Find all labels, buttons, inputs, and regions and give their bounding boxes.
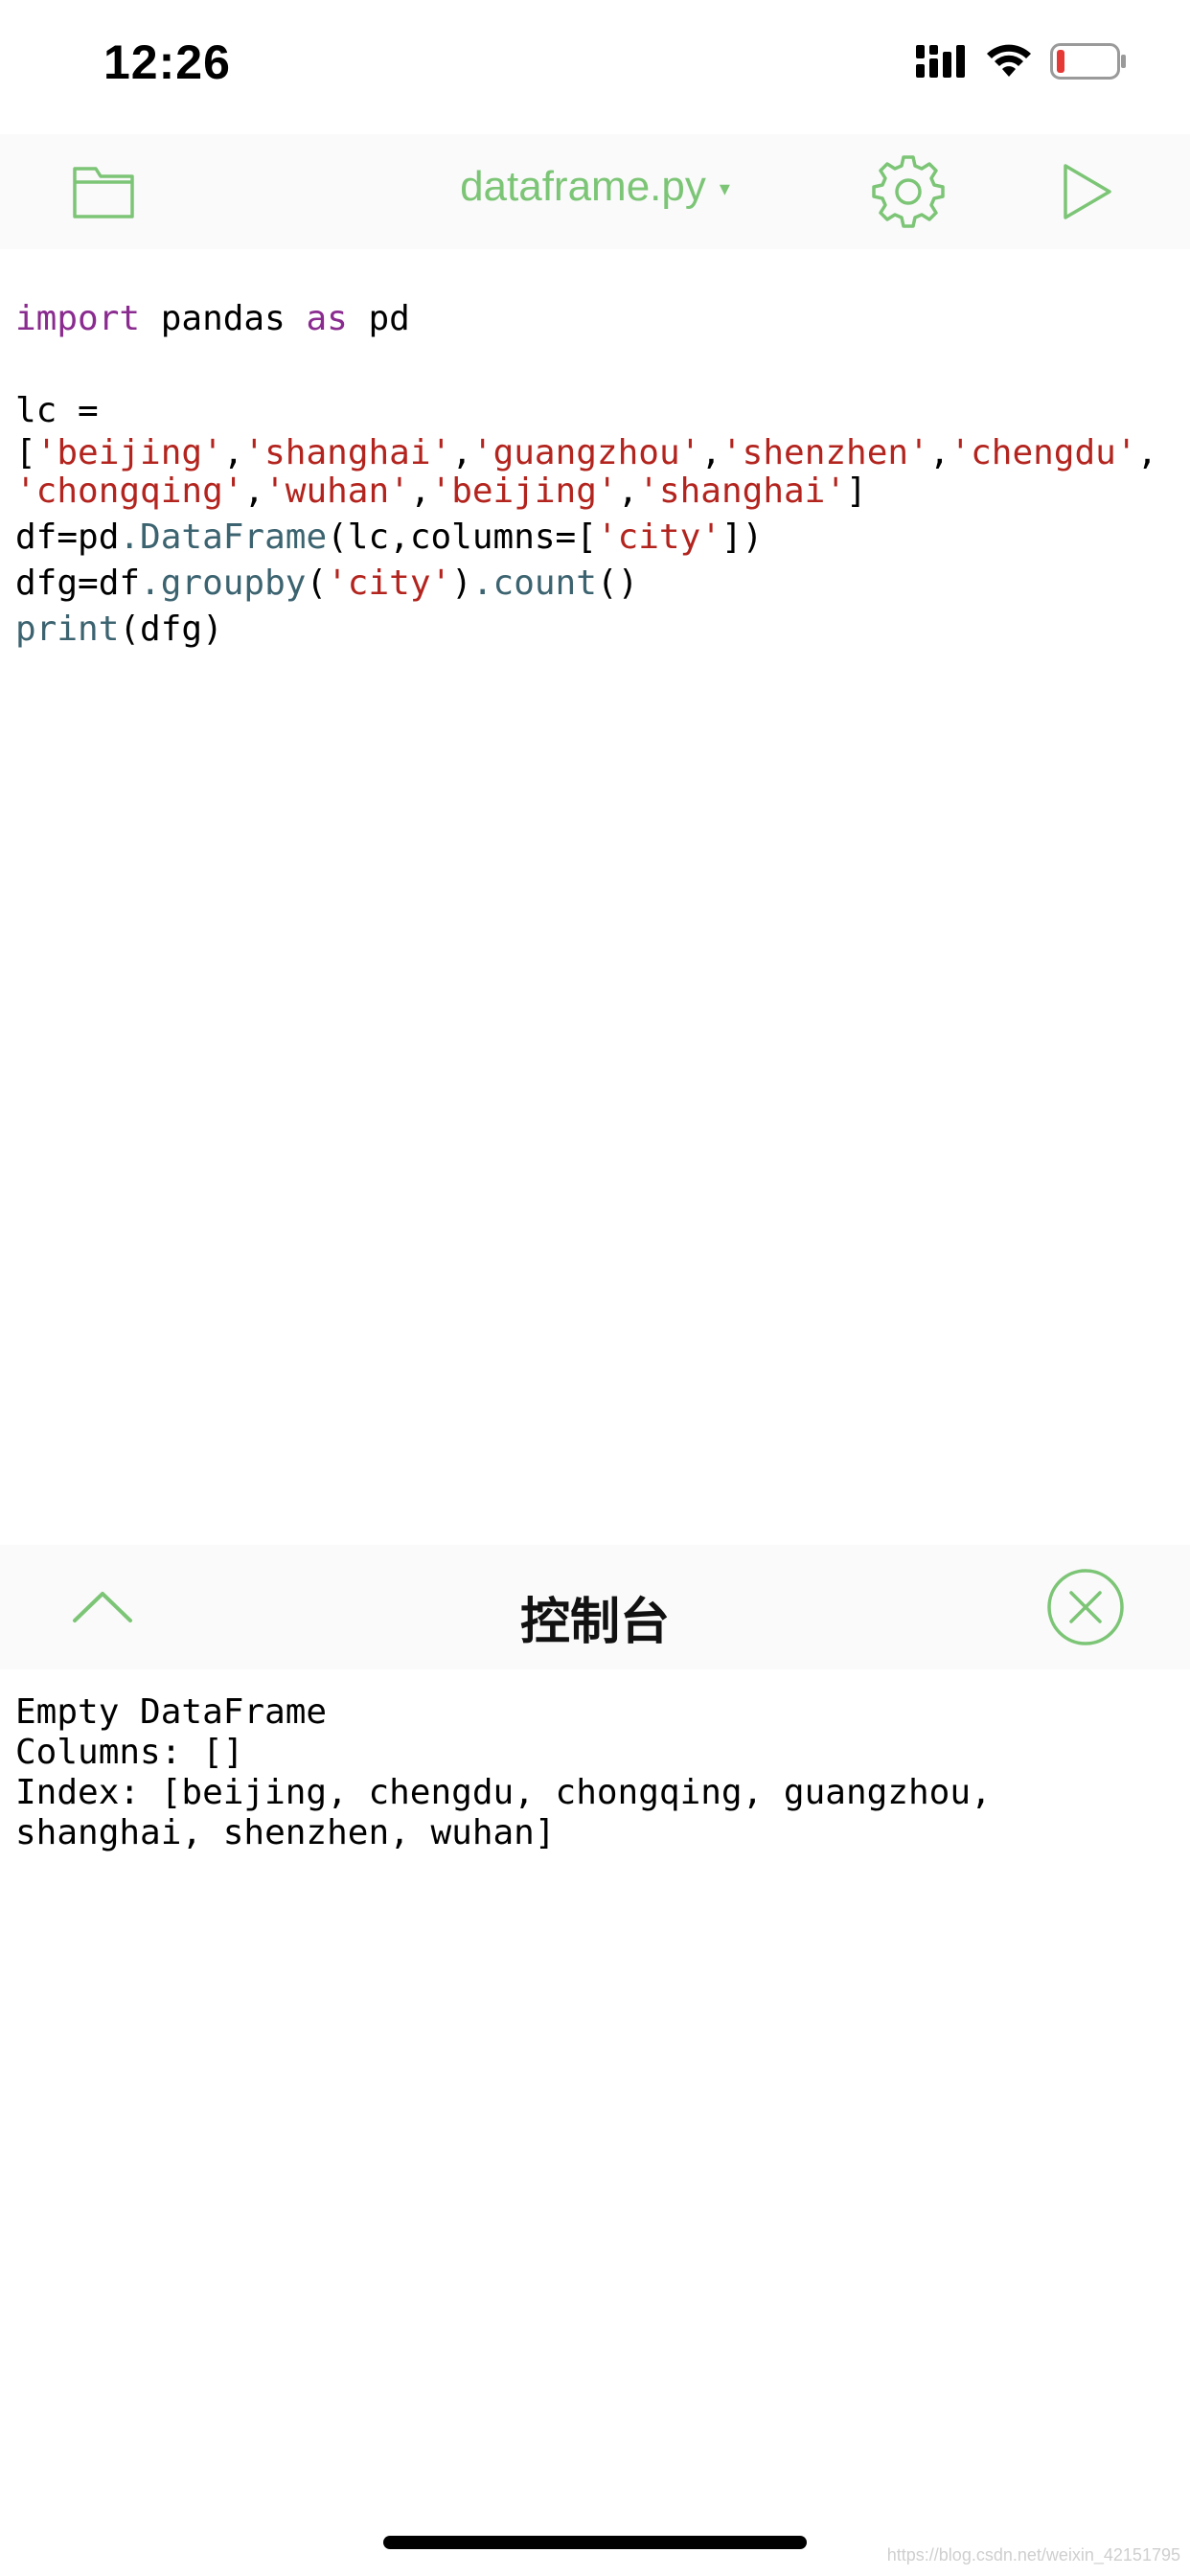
code-text: [ <box>15 433 36 472</box>
code-function: .groupby <box>140 564 307 603</box>
console-output: Empty DataFrame Columns: [] Index: [beij… <box>15 1692 1165 1853</box>
code-text: , <box>700 433 721 472</box>
code-string: 'guangzhou' <box>471 433 701 472</box>
code-text: ( <box>306 564 328 603</box>
code-text: pd <box>347 299 410 338</box>
code-line: import pandas as pd <box>15 297 410 341</box>
code-string: 'city' <box>596 518 721 557</box>
close-circle-icon <box>1047 1569 1124 1645</box>
code-text: (dfg) <box>119 610 223 649</box>
play-icon <box>1064 164 1111 219</box>
code-line: lc = <box>15 389 99 433</box>
code-text: dfg=df <box>15 564 141 603</box>
code-text: (lc,columns=[ <box>327 518 597 557</box>
code-string: 'city' <box>327 564 452 603</box>
code-text: , <box>243 472 265 511</box>
code-text: ) <box>451 564 472 603</box>
code-string: 'beijing' <box>430 472 618 511</box>
code-string: 'shenzhen' <box>721 433 929 472</box>
settings-button[interactable] <box>870 153 947 230</box>
code-line: dfg=df.groupby('city').count() <box>15 562 638 606</box>
code-string: 'chengdu' <box>950 433 1137 472</box>
code-text: ]) <box>721 518 764 557</box>
code-line: 'chongqing','wuhan','beijing','shanghai'… <box>15 470 867 514</box>
code-text: pandas <box>140 299 307 338</box>
code-string: 'wuhan' <box>264 472 410 511</box>
console-title: 控制台 <box>519 1594 670 1651</box>
code-string: 'shanghai' <box>243 433 452 472</box>
file-name-selector[interactable]: dataframe.py ▾ <box>0 163 1190 211</box>
code-text: , <box>409 472 431 511</box>
code-function: print <box>15 610 120 649</box>
code-text: , <box>1136 433 1158 472</box>
file-name: dataframe.py <box>460 163 706 210</box>
console-output-line: shanghai, shenzhen, wuhan] <box>15 1813 556 1852</box>
code-function: .count <box>471 564 597 603</box>
signal-icon <box>916 45 965 78</box>
code-function: .DataFrame <box>119 518 328 557</box>
code-line: print(dfg) <box>15 608 223 652</box>
code-text: , <box>617 472 639 511</box>
code-string: 'chongqing' <box>15 472 244 511</box>
battery-low-icon <box>1050 43 1126 80</box>
status-time: 12:26 <box>103 35 231 89</box>
console-output-line: Columns: [] <box>15 1733 244 1772</box>
console-output-line: Empty DataFrame <box>15 1692 328 1732</box>
console-header: 控制台 <box>0 1545 1190 1669</box>
code-text: () <box>596 564 639 603</box>
chevron-down-icon: ▾ <box>719 176 730 201</box>
code-text: lc = <box>15 391 99 430</box>
code-editor[interactable]: import pandas as pd lc = ['beijing','sha… <box>0 268 1190 1533</box>
code-text: , <box>928 433 950 472</box>
run-button[interactable] <box>1048 153 1125 230</box>
close-console-button[interactable] <box>1042 1564 1129 1650</box>
code-text: df=pd <box>15 518 120 557</box>
console-output-line: Index: [beijing, chengdu, chongqing, gua… <box>15 1773 992 1812</box>
wifi-icon <box>987 44 1031 77</box>
code-string: 'shanghai' <box>638 472 847 511</box>
code-keyword: as <box>306 299 348 338</box>
gear-icon <box>872 155 945 228</box>
code-text: , <box>222 433 244 472</box>
code-line: df=pd.DataFrame(lc,columns=['city']) <box>15 516 763 560</box>
code-keyword: import <box>15 299 141 338</box>
home-indicator[interactable] <box>383 2536 807 2549</box>
code-string: 'beijing' <box>35 433 223 472</box>
code-text: ] <box>846 472 867 511</box>
status-bar: 12:26 <box>0 0 1190 134</box>
watermark: https://blog.csdn.net/weixin_42151795 <box>886 2545 1180 2564</box>
editor-toolbar: dataframe.py ▾ <box>0 134 1190 249</box>
status-icons <box>916 42 1127 80</box>
code-text: , <box>451 433 472 472</box>
